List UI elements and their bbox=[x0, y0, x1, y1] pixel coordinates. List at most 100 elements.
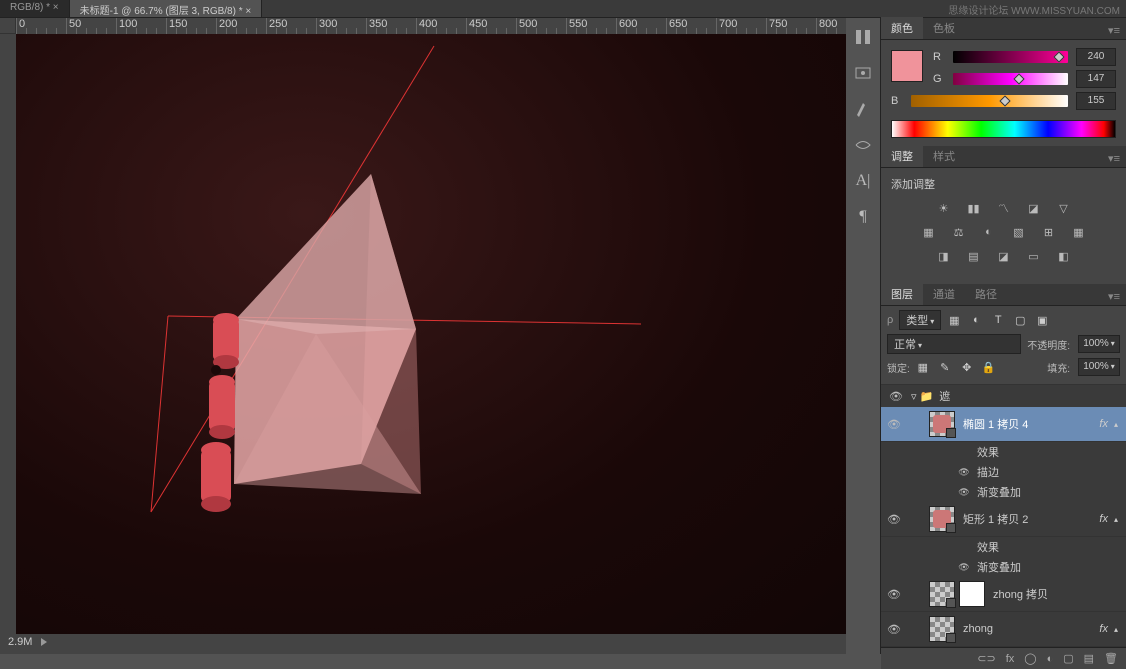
paragraph-icon[interactable]: ¶ bbox=[852, 206, 874, 228]
blend-mode-select[interactable]: 正常 bbox=[887, 334, 1021, 354]
visibility-icon[interactable]: 👁 bbox=[885, 513, 903, 526]
character-icon[interactable]: A| bbox=[852, 170, 874, 192]
vibrance-icon[interactable]: ▽ bbox=[1055, 200, 1073, 216]
layer-thumb[interactable] bbox=[929, 581, 955, 607]
tool-icon-2[interactable] bbox=[852, 62, 874, 84]
b-value[interactable]: 155 bbox=[1076, 92, 1116, 110]
fill-adjust-icon[interactable]: ◐ bbox=[1047, 653, 1054, 665]
layer-thumb[interactable] bbox=[929, 506, 955, 532]
lock-trans-icon[interactable]: ▦ bbox=[916, 361, 930, 374]
effects-header[interactable]: 👁效果 bbox=[881, 537, 1126, 557]
threshold-icon[interactable]: ◪ bbox=[995, 248, 1013, 264]
photo-filter-icon[interactable]: ▧ bbox=[1010, 224, 1028, 240]
spectrum-ramp[interactable] bbox=[891, 120, 1116, 138]
fx-badge[interactable]: fx bbox=[1099, 513, 1110, 525]
tab-styles[interactable]: 样式 bbox=[923, 145, 965, 167]
tab-paths[interactable]: 路径 bbox=[965, 283, 1007, 305]
brightness-icon[interactable]: ☀ bbox=[935, 200, 953, 216]
layer-kind-select[interactable]: 类型 bbox=[899, 310, 941, 330]
filter-type-icon[interactable]: T bbox=[991, 314, 1005, 327]
document-tab-active[interactable]: 未标题-1 @ 66.7% (图层 3, RGB/8) * × bbox=[70, 0, 263, 17]
bw-icon[interactable]: ◐ bbox=[980, 224, 998, 240]
visibility-icon[interactable]: 👁 bbox=[885, 623, 903, 636]
opacity-value[interactable]: 100% bbox=[1078, 335, 1120, 353]
status-bar: 2.9M bbox=[0, 634, 846, 654]
g-value[interactable]: 147 bbox=[1076, 70, 1116, 88]
color-panel: R 240 G 147 B 155 bbox=[881, 40, 1126, 146]
visibility-icon[interactable]: 👁 bbox=[885, 418, 903, 431]
ruler-origin[interactable] bbox=[0, 18, 16, 34]
lut-icon[interactable]: ▦ bbox=[1070, 224, 1088, 240]
r-slider[interactable] bbox=[953, 51, 1068, 63]
status-arrow-icon[interactable] bbox=[41, 638, 47, 646]
fill-value[interactable]: 100% bbox=[1078, 358, 1120, 376]
tab-channels[interactable]: 通道 bbox=[923, 283, 965, 305]
brush-icon[interactable] bbox=[852, 98, 874, 120]
panels-column: 思缘设计论坛 WWW.MISSYUAN.COM 颜色 色板 ▾≡ R 240 G… bbox=[880, 18, 1126, 654]
layer-name[interactable]: zhong bbox=[963, 623, 1099, 635]
panel-menu-icon[interactable]: ▾≡ bbox=[1102, 288, 1126, 305]
panel-menu-icon[interactable]: ▾≡ bbox=[1102, 22, 1126, 39]
curves-icon[interactable]: 〽 bbox=[995, 200, 1013, 216]
visibility-icon[interactable]: 👁 bbox=[887, 390, 905, 403]
gradient-map-icon[interactable]: ▭ bbox=[1025, 248, 1043, 264]
adjustments-panel: 添加调整 ☀ ▮▮ 〽 ◪ ▽ ▦ ⚖ ◐ ▧ ⊞ ▦ ◨ ▤ ◪ ▭ ◧ bbox=[881, 168, 1126, 284]
effect-gradient[interactable]: 👁渐变叠加 bbox=[881, 557, 1126, 577]
g-slider[interactable] bbox=[953, 73, 1068, 85]
layer-row[interactable]: 👁 zhong 拷贝 bbox=[881, 577, 1126, 612]
tab-layers[interactable]: 图层 bbox=[881, 283, 923, 305]
r-value[interactable]: 240 bbox=[1076, 48, 1116, 66]
tab-adjustments[interactable]: 调整 bbox=[881, 145, 923, 167]
balance-icon[interactable]: ⚖ bbox=[950, 224, 968, 240]
foreground-swatch[interactable] bbox=[891, 50, 923, 82]
filter-shape-icon[interactable]: ▢ bbox=[1013, 314, 1027, 327]
layer-name[interactable]: 矩形 1 拷贝 2 bbox=[963, 511, 1099, 527]
layer-group[interactable]: 👁 ▿ 📁 遮 bbox=[881, 385, 1126, 407]
lock-all-icon[interactable]: 🔒 bbox=[982, 361, 996, 374]
invert-icon[interactable]: ◨ bbox=[935, 248, 953, 264]
exposure-icon[interactable]: ◪ bbox=[1025, 200, 1043, 216]
layer-row[interactable]: 👁 zhong fx▴ bbox=[881, 612, 1126, 647]
filter-adjust-icon[interactable]: ◐ bbox=[969, 314, 983, 327]
lock-label: 锁定: bbox=[887, 360, 910, 375]
layer-name[interactable]: 椭圆 1 拷贝 4 bbox=[963, 416, 1099, 432]
layer-thumb[interactable] bbox=[929, 411, 955, 437]
filter-pixel-icon[interactable]: ▦ bbox=[947, 314, 961, 327]
tab-swatches[interactable]: 色板 bbox=[923, 17, 965, 39]
layers-panel-tabs: 图层 通道 路径 ▾≡ bbox=[881, 284, 1126, 306]
lock-pixels-icon[interactable]: ✎ bbox=[938, 361, 952, 374]
b-slider[interactable] bbox=[911, 95, 1068, 107]
fx-icon[interactable]: fx bbox=[1006, 653, 1015, 665]
tool-icon-1[interactable] bbox=[852, 26, 874, 48]
levels-icon[interactable]: ▮▮ bbox=[965, 200, 983, 216]
hue-icon[interactable]: ▦ bbox=[920, 224, 938, 240]
layer-row-selected[interactable]: 👁 椭圆 1 拷贝 4 fx▴ bbox=[881, 407, 1126, 442]
layer-thumb[interactable] bbox=[929, 616, 955, 642]
fx-badge[interactable]: fx bbox=[1099, 418, 1110, 430]
r-label: R bbox=[933, 51, 945, 63]
canvas[interactable] bbox=[16, 34, 846, 634]
effects-header[interactable]: 👁效果 bbox=[881, 442, 1126, 462]
selective-color-icon[interactable]: ◧ bbox=[1055, 248, 1073, 264]
panel-menu-icon[interactable]: ▾≡ bbox=[1102, 150, 1126, 167]
layers-panel: ρ 类型 ▦ ◐ T ▢ ▣ 正常 不透明度: 100% 锁定: bbox=[881, 306, 1126, 669]
effect-gradient[interactable]: 👁渐变叠加 bbox=[881, 482, 1126, 502]
effect-stroke[interactable]: 👁描边 bbox=[881, 462, 1126, 482]
ruler-vertical[interactable] bbox=[0, 34, 16, 654]
posterize-icon[interactable]: ▤ bbox=[965, 248, 983, 264]
channel-mixer-icon[interactable]: ⊞ bbox=[1040, 224, 1058, 240]
visibility-icon[interactable]: 👁 bbox=[885, 588, 903, 601]
layer-list[interactable]: 👁 ▿ 📁 遮 👁 椭圆 1 拷贝 4 fx▴ 👁效果 👁描边 👁渐变叠加 👁 bbox=[881, 385, 1126, 647]
layer-name[interactable]: zhong 拷贝 bbox=[993, 586, 1122, 602]
b-label: B bbox=[891, 95, 903, 107]
fx-badge[interactable]: fx bbox=[1099, 623, 1110, 635]
filter-smart-icon[interactable]: ▣ bbox=[1035, 314, 1049, 327]
tab-color[interactable]: 颜色 bbox=[881, 17, 923, 39]
watermark: 思缘设计论坛 WWW.MISSYUAN.COM bbox=[948, 2, 1120, 17]
ruler-horizontal[interactable]: 050 100150 200250 300350 400450 500550 6… bbox=[16, 18, 846, 34]
tool-icon-4[interactable] bbox=[852, 134, 874, 156]
layer-row[interactable]: 👁 矩形 1 拷贝 2 fx▴ bbox=[881, 502, 1126, 537]
layer-mask[interactable] bbox=[959, 581, 985, 607]
lock-position-icon[interactable]: ✥ bbox=[960, 361, 974, 374]
document-tab[interactable]: RGB/8) * × bbox=[0, 0, 70, 17]
